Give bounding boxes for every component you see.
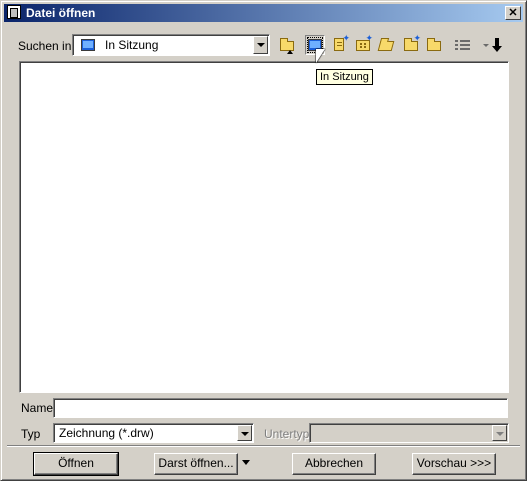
folder-up-button[interactable] — [277, 35, 297, 55]
cancel-button[interactable]: Abbrechen — [292, 453, 376, 475]
working-directory-button[interactable] — [424, 35, 444, 55]
look-in-label: Suchen in — [18, 39, 72, 53]
type-value: Zeichnung (*.drw) — [59, 426, 154, 440]
type-combobox[interactable]: Zeichnung (*.drw) — [53, 423, 254, 443]
monitor-icon — [81, 39, 95, 51]
window-title: Datei öffnen — [26, 6, 96, 20]
open-button[interactable]: Öffnen — [33, 452, 119, 476]
folder-up-icon — [280, 38, 294, 54]
new-folder-star-button[interactable]: ✦ — [353, 34, 373, 55]
app-icon — [7, 5, 21, 19]
open-folder-button[interactable] — [376, 35, 396, 55]
view-menu-button[interactable] — [453, 35, 489, 55]
list-view-icon — [455, 40, 471, 50]
open-folder-icon — [377, 41, 395, 51]
tooltip: In Sitzung — [316, 69, 373, 85]
open-rep-button[interactable]: Darst öffnen... — [154, 453, 238, 475]
open-file-dialog: Datei öffnen ✕ Suchen in In Sitzung ✦ ✦ … — [0, 0, 527, 481]
subtype-combobox[interactable] — [309, 423, 509, 443]
chevron-down-icon — [492, 425, 507, 441]
close-button[interactable]: ✕ — [505, 6, 521, 20]
command-button[interactable] — [488, 35, 508, 55]
subtype-label: Untertyp — [264, 427, 310, 441]
chevron-down-icon[interactable] — [242, 460, 250, 465]
look-in-combobox[interactable]: In Sitzung — [72, 34, 270, 56]
file-list[interactable] — [19, 61, 509, 393]
name-label: Name — [21, 401, 54, 415]
chevron-down-icon[interactable] — [237, 425, 252, 441]
command-icon — [492, 38, 502, 52]
chevron-down-icon[interactable] — [253, 36, 268, 54]
working-directory-icon — [427, 38, 441, 51]
divider — [7, 445, 520, 447]
name-input[interactable] — [53, 398, 508, 418]
preview-button[interactable]: Vorschau >>> — [412, 453, 496, 475]
title-bar: Datei öffnen ✕ — [4, 4, 523, 22]
type-label: Typ — [21, 427, 41, 441]
mouse-cursor-icon — [316, 49, 325, 63]
new-doc-button[interactable]: ✦ — [330, 34, 350, 55]
look-in-value: In Sitzung — [105, 38, 159, 52]
new-folder-button[interactable]: ✦ — [401, 34, 421, 55]
